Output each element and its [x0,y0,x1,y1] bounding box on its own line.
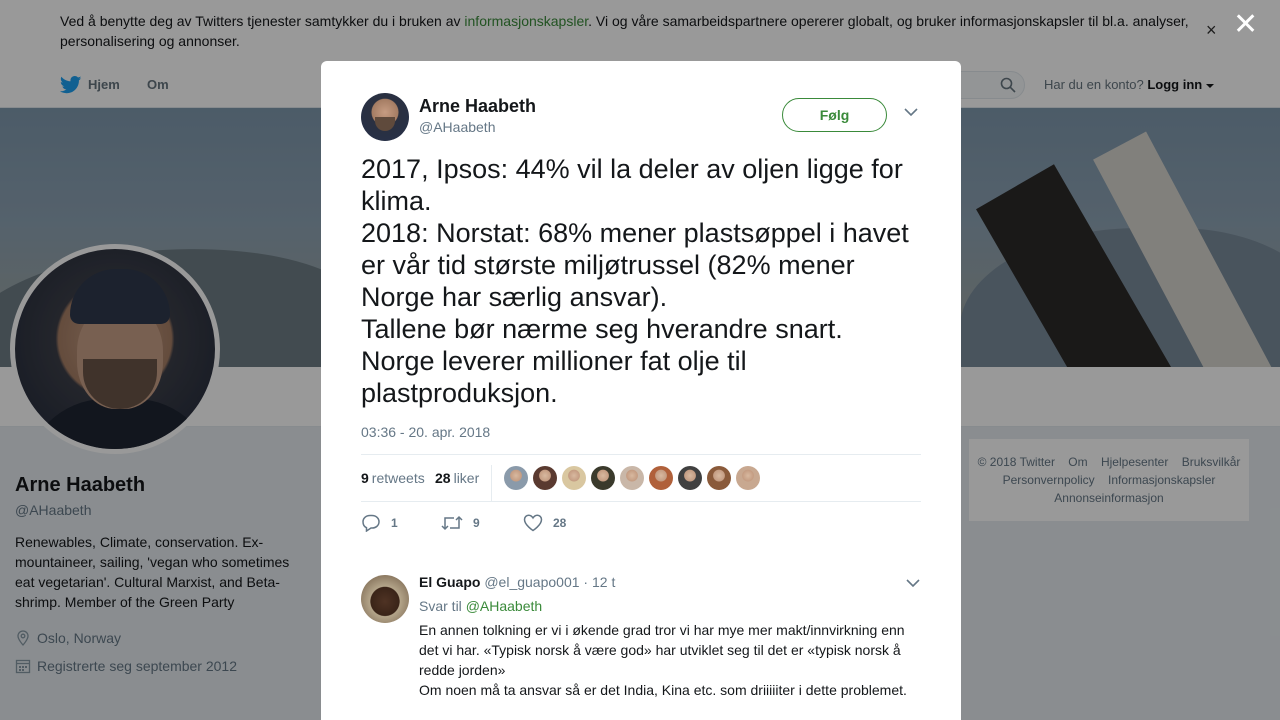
retweet-count: 9 [473,516,480,530]
liker-avatar[interactable] [504,466,528,490]
reply-header: El Guapo @el_guapo001 · 12 t [419,573,615,591]
liker-avatar[interactable] [649,466,673,490]
follow-button[interactable]: Følg [782,98,887,132]
retweet-icon [441,515,463,531]
like-action[interactable]: 28 [523,512,566,534]
like-count: 28 [553,516,567,530]
retweets-stat[interactable]: 9 retweets [361,455,425,501]
chevron-down-icon[interactable] [906,578,920,588]
liker-avatar[interactable] [562,466,586,490]
tweet-author-avatar[interactable] [361,93,409,141]
likes-stat[interactable]: 28 liker [435,455,479,501]
reply-to-label: Svar til [419,598,462,614]
reply-separator: · [583,574,589,590]
replying-to: Svar til @AHaabeth [419,597,542,615]
reply-timestamp[interactable]: 12 t [592,574,615,590]
heart-icon [523,514,543,532]
liker-avatar[interactable] [591,466,615,490]
likes-count: 28 [435,470,451,486]
modal-close-button[interactable]: ✕ [1233,10,1258,40]
retweets-label: retweets [371,470,425,486]
chevron-down-icon[interactable] [904,107,918,117]
liker-avatar[interactable] [736,466,760,490]
reply-icon [362,514,380,532]
reply-author-name[interactable]: El Guapo [419,574,480,590]
reply-text: En annen tolkning er vi i økende grad tr… [419,622,907,698]
tweet-stats: 9 retweets 28 liker [361,454,921,502]
tweet-modal: Arne Haabeth @AHaabeth Følg 2017, Ipsos:… [321,61,961,720]
stats-divider [491,465,492,501]
tweet-timestamp[interactable]: 03:36 - 20. apr. 2018 [361,422,490,442]
retweet-action[interactable]: 9 [441,512,480,534]
reply-to-handle[interactable]: @AHaabeth [466,598,542,614]
retweets-count: 9 [361,470,369,486]
liker-avatars [504,466,765,490]
liker-avatar[interactable] [533,466,557,490]
liker-avatar[interactable] [707,466,731,490]
reply-count: 1 [391,516,398,530]
liker-avatar[interactable] [678,466,702,490]
tweet-text: 2017, Ipsos: 44% vil la deler av oljen l… [361,154,909,408]
tweet-author-handle[interactable]: @AHaabeth [419,118,495,136]
reply-author-avatar[interactable] [361,575,409,623]
reply-author-handle[interactable]: @el_guapo001 [484,574,579,590]
tweet-author-name[interactable]: Arne Haabeth [419,95,536,117]
liker-avatar[interactable] [620,466,644,490]
likes-label: liker [453,470,480,486]
reply-action[interactable]: 1 [361,512,398,534]
